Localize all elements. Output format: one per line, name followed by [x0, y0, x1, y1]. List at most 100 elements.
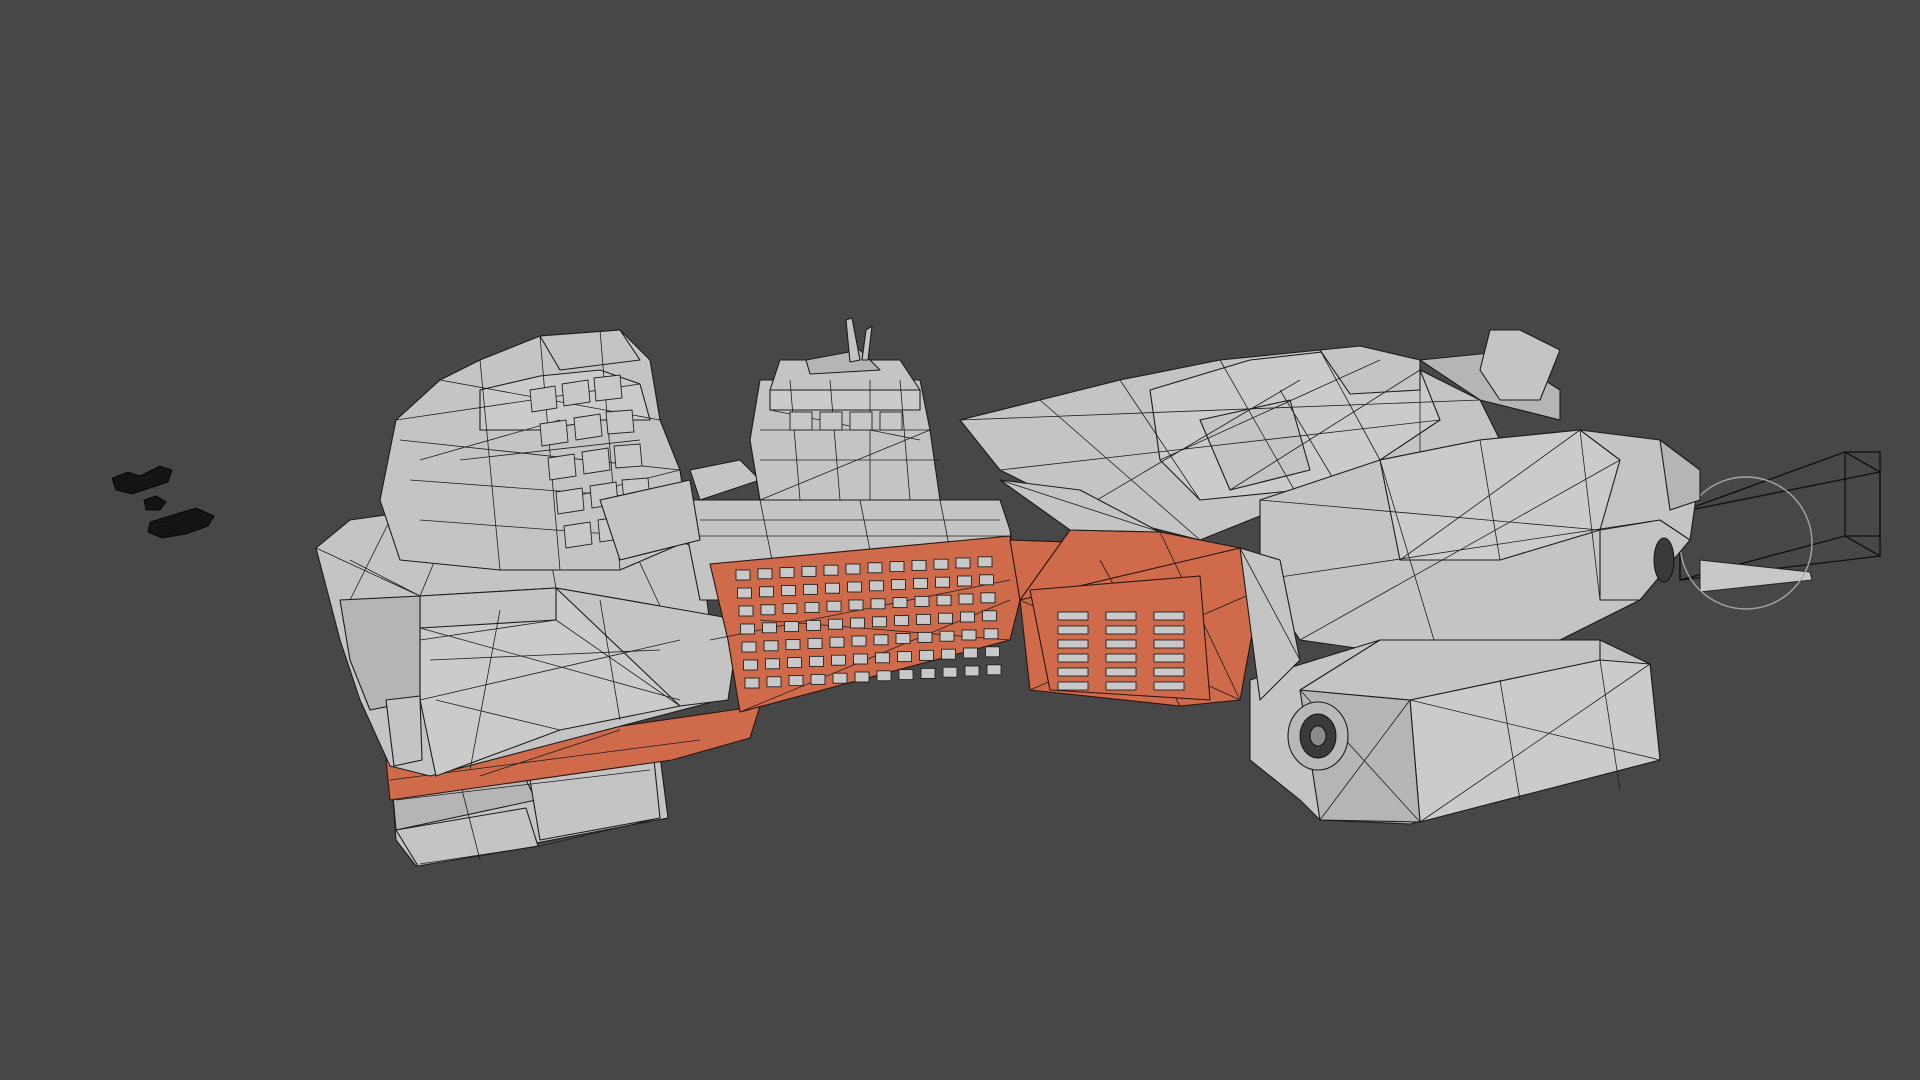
window-slot: [911, 559, 927, 571]
window-slot: [898, 669, 914, 681]
window-slot: [765, 658, 780, 670]
window-slot: [892, 597, 908, 609]
camera-object[interactable]: [1679, 450, 1881, 593]
window-slot: [737, 587, 752, 599]
window-slot: [920, 667, 936, 679]
window-slot: [785, 639, 801, 651]
window-slot: [980, 592, 996, 604]
window-slot: [831, 654, 846, 666]
window-slot: [933, 558, 949, 570]
window-slot: [1057, 667, 1089, 677]
window-slot: [854, 671, 870, 683]
window-slot: [977, 556, 993, 568]
window-slot: [1153, 667, 1185, 677]
window-slot: [829, 636, 845, 648]
window-slot: [825, 582, 840, 594]
window-slot: [853, 653, 868, 665]
window-slot: [964, 665, 980, 677]
window-slot: [897, 651, 912, 663]
window-slot: [809, 655, 824, 667]
window-slot: [914, 595, 930, 607]
window-slot: [757, 568, 773, 580]
window-slot: [891, 579, 906, 591]
window-slot: [744, 677, 760, 689]
window-slot: [895, 633, 911, 645]
window-slot: [788, 675, 804, 687]
window-slot: [760, 604, 776, 616]
window-slot: [1153, 681, 1185, 691]
window-slot: [986, 664, 1002, 676]
window-slot: [1057, 611, 1089, 621]
window-slot: [979, 574, 994, 586]
window-slot: [847, 581, 862, 593]
window-slot: [985, 646, 1000, 658]
window-slot: [1153, 611, 1185, 621]
window-slot: [889, 561, 905, 573]
window-slot: [869, 580, 884, 592]
window-slot: [823, 564, 839, 576]
window-slot: [763, 640, 779, 652]
window-slot: [1057, 681, 1089, 691]
window-slot: [913, 577, 928, 589]
window-slot: [875, 652, 890, 664]
window-slot: [741, 641, 757, 653]
window-slot: [942, 666, 958, 678]
window-slot: [960, 611, 975, 623]
window-slot: [766, 676, 782, 688]
window-slot: [807, 637, 823, 649]
window-slot: [983, 628, 999, 640]
window-slot: [939, 630, 955, 642]
window-slot: [941, 648, 956, 660]
window-slot: [850, 617, 865, 629]
window-slot: [955, 557, 971, 569]
window-slot: [1153, 639, 1185, 649]
window-slot: [936, 594, 952, 606]
window-slot: [735, 569, 751, 581]
window-slot: [876, 670, 892, 682]
window-slot: [759, 586, 774, 598]
window-slot: [873, 634, 889, 646]
window-slot: [963, 647, 978, 659]
window-slot: [804, 601, 820, 613]
window-slot: [1057, 639, 1089, 649]
window-slot: [1105, 611, 1137, 621]
window-slot: [832, 672, 848, 684]
window-slot: [851, 635, 867, 647]
window-slot: [916, 613, 931, 625]
window-slot: [1105, 639, 1137, 649]
window-slot: [872, 616, 887, 628]
window-slot: [762, 622, 777, 634]
window-slot: [919, 649, 934, 661]
window-slot: [848, 599, 864, 611]
window-slot: [740, 623, 755, 635]
selected-mid-panels[interactable]: [709, 529, 1261, 713]
window-slot: [961, 629, 977, 641]
window-slot: [787, 657, 802, 669]
window-slot: [845, 563, 861, 575]
window-slot: [1153, 653, 1185, 663]
window-slot: [958, 593, 974, 605]
window-slot: [738, 605, 754, 617]
window-slot: [1153, 625, 1185, 635]
window-slot: [810, 673, 826, 685]
debris-fragments[interactable]: [111, 465, 215, 539]
window-slot: [801, 565, 817, 577]
window-slot: [935, 576, 950, 588]
window-slot: [782, 603, 798, 615]
tower-center-bridge[interactable]: [749, 317, 941, 501]
window-slot: [803, 583, 818, 595]
window-slot: [957, 575, 972, 587]
window-slot: [870, 598, 886, 610]
window-slot: [779, 567, 795, 579]
window-slot: [982, 610, 997, 622]
window-slot: [743, 659, 758, 671]
window-slot: [806, 619, 821, 631]
3d-viewport[interactable]: [0, 0, 1920, 1080]
window-slot: [1105, 681, 1137, 691]
window-slot: [1057, 653, 1089, 663]
window-slot: [894, 615, 909, 627]
window-slot: [917, 631, 933, 643]
window-slot: [867, 562, 883, 574]
window-slot: [1057, 625, 1089, 635]
window-slot: [828, 618, 843, 630]
